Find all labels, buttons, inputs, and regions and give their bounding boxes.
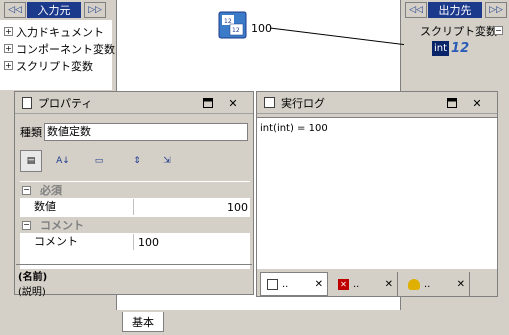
output-variable-label: int bbox=[432, 40, 450, 56]
property-value[interactable]: 100 bbox=[134, 201, 250, 214]
properties-titlebar: プロパティ ✕ bbox=[15, 92, 253, 114]
close-icon[interactable]: ✕ bbox=[470, 96, 484, 110]
right-nav-next-button[interactable]: ▷▷ bbox=[485, 2, 507, 18]
log-icon bbox=[264, 97, 275, 108]
minimize-button[interactable] bbox=[201, 96, 215, 110]
log-tabs: .. ✕ ✕ .. ✕ .. ✕ bbox=[257, 272, 497, 296]
kind-value-field[interactable]: 数値定数 bbox=[44, 123, 248, 141]
properties-icon bbox=[22, 96, 32, 109]
property-row-comment[interactable]: コメント 100 bbox=[20, 234, 250, 250]
tab-label: .. bbox=[424, 278, 431, 290]
execution-log-window: 実行ログ ✕ int(int) = 100 .. ✕ ✕ .. ✕ .. ✕ bbox=[256, 91, 498, 297]
right-tree: スクリプト変数 − int 12 bbox=[404, 20, 509, 60]
sort-alpha-icon[interactable]: A↓ bbox=[52, 150, 74, 172]
collapse-icon[interactable]: − bbox=[22, 185, 31, 195]
section-label: コメント bbox=[40, 219, 84, 232]
right-panel-title: 出力先 bbox=[428, 2, 482, 18]
property-key: コメント bbox=[20, 234, 134, 250]
log-tab[interactable]: .. ✕ bbox=[260, 272, 328, 296]
document-icon bbox=[267, 278, 278, 290]
tab-close-icon[interactable]: ✕ bbox=[315, 279, 323, 290]
section-label: 必須 bbox=[40, 184, 62, 197]
collapse-icon[interactable]: − bbox=[494, 26, 503, 35]
tab-label: .. bbox=[282, 278, 289, 290]
kind-row: 種類 数値定数 bbox=[20, 123, 248, 141]
properties-title: プロパティ bbox=[38, 96, 93, 110]
error-icon: ✕ bbox=[338, 278, 349, 290]
sheet-tab-basic[interactable]: 基本 bbox=[122, 312, 164, 332]
properties-description: (名前) (説明) bbox=[16, 264, 252, 298]
tree-item-script-variables-out[interactable]: スクリプト変数 bbox=[420, 23, 497, 39]
property-row-numeric[interactable]: 数値 100 bbox=[20, 199, 250, 215]
property-page-icon[interactable]: ▭ bbox=[88, 150, 110, 172]
description-text: (説明) bbox=[18, 287, 46, 298]
right-nav-prev-button[interactable]: ◁◁ bbox=[405, 2, 427, 18]
close-icon[interactable]: ✕ bbox=[226, 96, 240, 110]
property-grid: − 必須 数値 100 − コメント コメント 100 bbox=[20, 181, 250, 269]
properties-toolbar: ▤ A↓ ▭ ⇕ ⇲ bbox=[20, 148, 248, 174]
property-value[interactable]: 100 bbox=[134, 236, 250, 249]
collapse-icon[interactable]: − bbox=[22, 220, 31, 230]
properties-window: プロパティ ✕ 種類 数値定数 ▤ A↓ ▭ ⇕ ⇲ − 必須 数値 100 −… bbox=[14, 91, 254, 298]
tab-close-icon[interactable]: ✕ bbox=[385, 279, 393, 290]
property-key: 数値 bbox=[20, 199, 134, 215]
log-line: int(int) = 100 bbox=[260, 123, 328, 134]
bug-icon bbox=[408, 278, 420, 290]
section-required[interactable]: − 必須 bbox=[20, 182, 250, 198]
log-title: 実行ログ bbox=[281, 96, 325, 110]
section-comment[interactable]: − コメント bbox=[20, 217, 250, 233]
error-tab[interactable]: ✕ .. ✕ bbox=[332, 272, 398, 296]
log-titlebar: 実行ログ ✕ bbox=[257, 92, 497, 114]
categorized-view-icon[interactable]: ▤ bbox=[20, 150, 42, 172]
collapse-all-icon[interactable]: ⇲ bbox=[156, 150, 178, 172]
debug-tab[interactable]: .. ✕ bbox=[402, 272, 470, 296]
description-name: (名前) bbox=[18, 272, 48, 283]
tab-close-icon[interactable]: ✕ bbox=[457, 279, 465, 290]
log-content: int(int) = 100 bbox=[257, 117, 497, 269]
kind-label: 種類 bbox=[20, 126, 42, 139]
minimize-button[interactable] bbox=[445, 96, 459, 110]
output-variable-int[interactable]: int 12 bbox=[432, 40, 469, 56]
tab-label: .. bbox=[353, 278, 360, 290]
integer-type-icon: 12 bbox=[451, 40, 470, 56]
expand-all-icon[interactable]: ⇕ bbox=[126, 150, 148, 172]
